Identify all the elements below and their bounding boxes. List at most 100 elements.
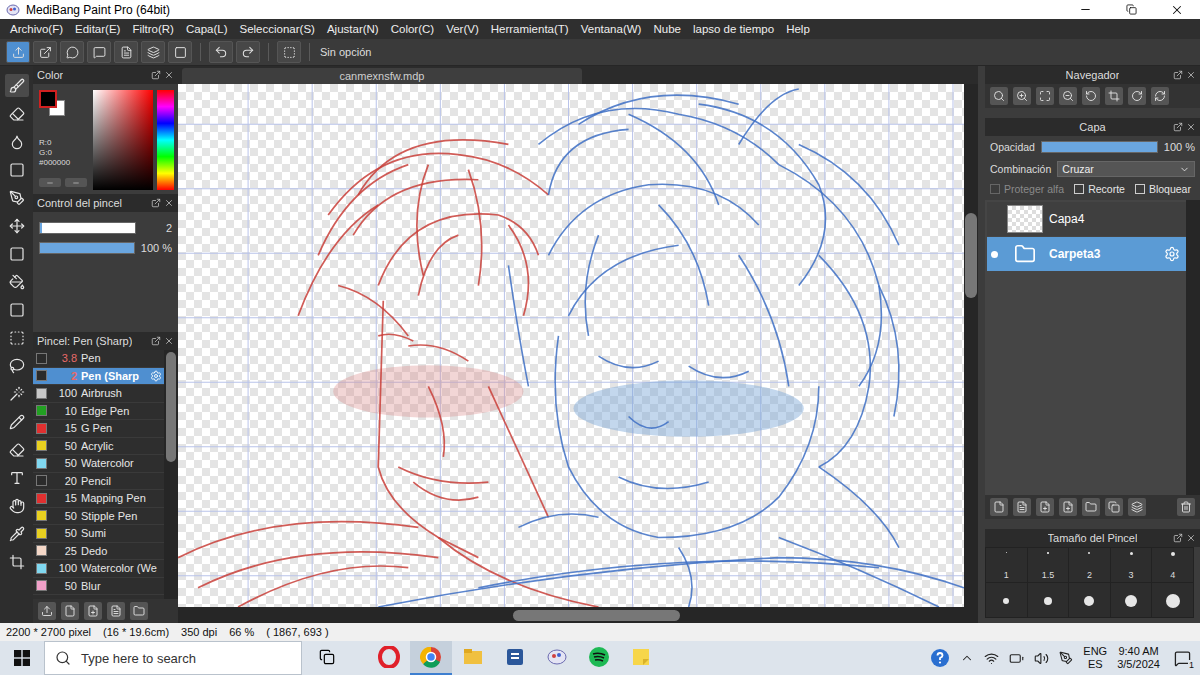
- tool-button[interactable]: [5, 410, 29, 433]
- menu-item[interactable]: Seleccionar(S): [240, 23, 315, 35]
- brush-row[interactable]: 15Mapping Pen: [33, 490, 164, 508]
- brush-row[interactable]: 50Blur: [33, 578, 164, 596]
- zoom-button[interactable]: [990, 87, 1008, 105]
- new-layer-button[interactable]: [990, 498, 1008, 516]
- tool-button[interactable]: [5, 102, 29, 125]
- rotate-right-button[interactable]: [1128, 87, 1146, 105]
- merge-layer-button[interactable]: [1128, 498, 1146, 516]
- layer-option[interactable]: Bloquear: [1135, 183, 1191, 195]
- brush-row[interactable]: 50Watercolor: [33, 455, 164, 473]
- brush-size-cell[interactable]: 1: [986, 548, 1027, 582]
- brush-size-cell[interactable]: 1.5: [1028, 548, 1069, 582]
- layer-row[interactable]: Capa4: [987, 202, 1186, 236]
- scroll-thumb[interactable]: [513, 610, 680, 621]
- duplicate-layer-button[interactable]: [1105, 498, 1123, 516]
- comment-button[interactable]: [60, 41, 84, 63]
- tool-button[interactable]: [5, 522, 29, 545]
- menu-item[interactable]: Help: [786, 23, 810, 35]
- menu-item[interactable]: Ajustar(N): [327, 23, 379, 35]
- brush-size-cell[interactable]: [1111, 583, 1152, 617]
- clock[interactable]: 9:40 AM3/5/2024: [1117, 645, 1160, 671]
- tool-button[interactable]: [5, 438, 29, 461]
- taskbar-app[interactable]: [452, 641, 494, 675]
- checkbox[interactable]: [1074, 184, 1084, 194]
- taskbar-app[interactable]: [368, 641, 410, 675]
- undo-button[interactable]: [209, 41, 233, 63]
- color-swatches[interactable]: [39, 90, 69, 118]
- delete-layer-button[interactable]: [1177, 498, 1195, 516]
- brush-row[interactable]: 15G Pen: [33, 420, 164, 438]
- panel-button[interactable]: [87, 41, 111, 63]
- brush-size-cell[interactable]: 3: [1111, 548, 1152, 582]
- opacity-slider[interactable]: [39, 242, 135, 254]
- add-brush-button[interactable]: [84, 602, 102, 620]
- canvas[interactable]: [178, 84, 964, 607]
- brush-row[interactable]: 2Pen (Sharp: [33, 368, 164, 386]
- minimize-button[interactable]: [1062, 0, 1108, 19]
- tool-button[interactable]: [5, 158, 29, 181]
- brush-folder-button[interactable]: [130, 602, 148, 620]
- saturation-value-picker[interactable]: [93, 90, 153, 190]
- taskbar-app[interactable]: [536, 641, 578, 675]
- brush-size-cell[interactable]: [986, 583, 1027, 617]
- menu-item[interactable]: Capa(L): [186, 23, 228, 35]
- color-mode-button[interactable]: [39, 178, 61, 187]
- restore-button[interactable]: [1108, 0, 1154, 19]
- brush-settings-button[interactable]: [107, 602, 125, 620]
- brush-scrollbar[interactable]: [164, 350, 178, 599]
- add-layer-menu-button[interactable]: [1059, 498, 1077, 516]
- layer-opacity-slider[interactable]: [1041, 141, 1158, 153]
- menu-item[interactable]: Nube: [653, 23, 681, 35]
- document-tab[interactable]: canmexnsfw.mdp: [182, 68, 582, 84]
- tool-button[interactable]: [5, 270, 29, 293]
- size-slider[interactable]: [39, 222, 136, 234]
- sketch-artwork[interactable]: [178, 84, 964, 607]
- share-button[interactable]: [33, 41, 57, 63]
- redo-button[interactable]: [236, 41, 260, 63]
- tool-button[interactable]: [5, 186, 29, 209]
- layer-scrollbar[interactable]: [1186, 200, 1200, 495]
- input-language[interactable]: ENGES: [1083, 645, 1107, 671]
- fit-button[interactable]: [1036, 87, 1054, 105]
- layer-row[interactable]: Carpeta3: [987, 237, 1186, 271]
- visibility-toggle[interactable]: [987, 251, 1001, 258]
- reset-button[interactable]: [1105, 87, 1123, 105]
- brush-row[interactable]: 20Pencil: [33, 473, 164, 491]
- notification-button[interactable]: 1: [1170, 646, 1194, 670]
- menu-item[interactable]: Herramienta(T): [491, 23, 569, 35]
- taskbar-app[interactable]: [494, 641, 536, 675]
- brush-row[interactable]: 50Acrylic: [33, 438, 164, 456]
- scroll-thumb[interactable]: [965, 213, 977, 298]
- brush-size-cell[interactable]: 2: [1069, 548, 1110, 582]
- tool-button[interactable]: [5, 74, 29, 97]
- cloud-brush-button[interactable]: [38, 602, 56, 620]
- checkbox[interactable]: [1135, 184, 1145, 194]
- brush-size-cell[interactable]: 4: [1152, 548, 1193, 582]
- layer-option[interactable]: Recorte: [1074, 183, 1125, 195]
- brush-size-cell[interactable]: [1152, 583, 1193, 617]
- flip-button[interactable]: [1151, 87, 1169, 105]
- brush-row[interactable]: 100Airbrush: [33, 385, 164, 403]
- taskbar-search[interactable]: Type here to search: [44, 641, 302, 675]
- menu-item[interactable]: Filtro(R): [132, 23, 174, 35]
- zoom-in-button[interactable]: [1013, 87, 1031, 105]
- new-folder-button[interactable]: [1082, 498, 1100, 516]
- menu-item[interactable]: lapso de tiempo: [693, 23, 774, 35]
- menu-item[interactable]: Ver(V): [446, 23, 479, 35]
- tool-button[interactable]: [5, 326, 29, 349]
- taskbar-app[interactable]: [578, 641, 620, 675]
- tool-button[interactable]: [5, 466, 29, 489]
- color-mode-button[interactable]: [65, 178, 87, 187]
- zoom-out-button[interactable]: [1059, 87, 1077, 105]
- tool-button[interactable]: [5, 130, 29, 153]
- menu-item[interactable]: Editar(E): [75, 23, 120, 35]
- tool-button[interactable]: [5, 494, 29, 517]
- tool-button[interactable]: [5, 298, 29, 321]
- help-icon[interactable]: [930, 648, 950, 668]
- menu-item[interactable]: Ventana(W): [581, 23, 642, 35]
- brush-row[interactable]: 50Stipple Pen: [33, 508, 164, 526]
- tool-button[interactable]: [5, 214, 29, 237]
- tool-button[interactable]: [5, 242, 29, 265]
- rotate-left-button[interactable]: [1082, 87, 1100, 105]
- canvas-vertical-scrollbar[interactable]: [964, 84, 978, 607]
